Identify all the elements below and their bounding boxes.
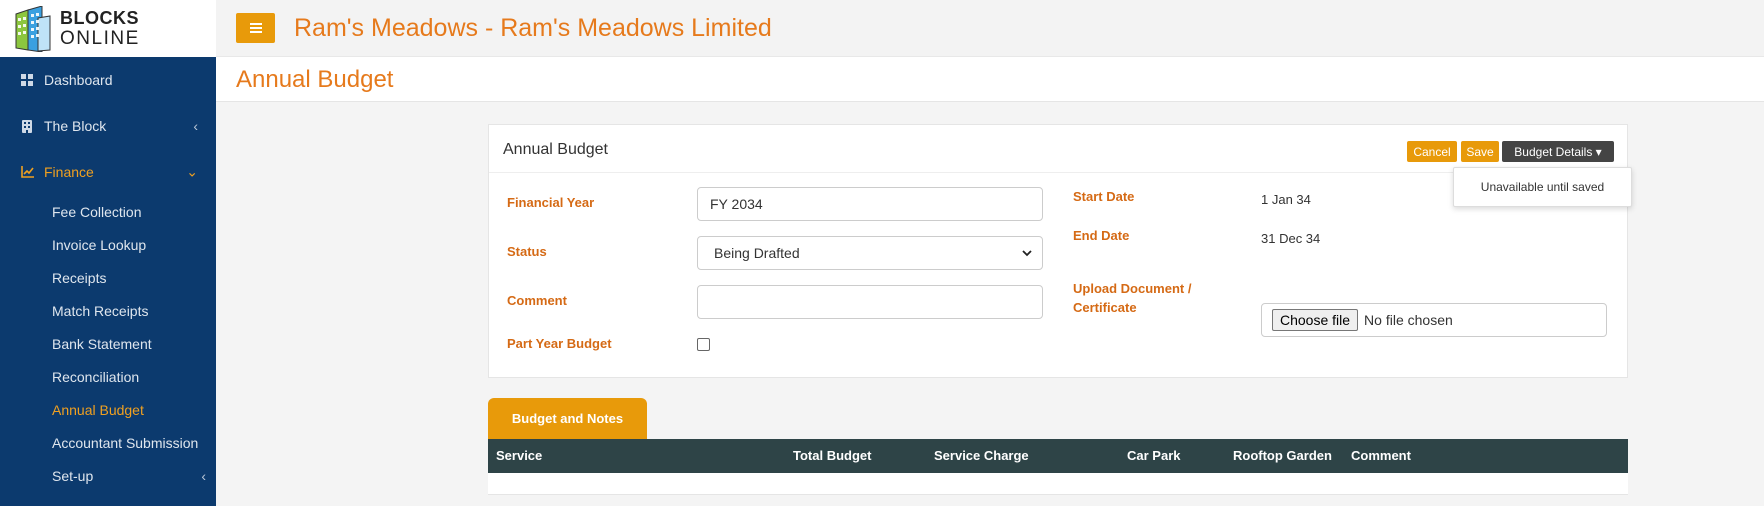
financial-year-value: FY 2034 [710, 196, 763, 212]
part-year-budget-label: Part Year Budget [507, 336, 612, 351]
start-date-label: Start Date [1073, 189, 1135, 204]
sidebar-item-label: The Block [44, 118, 107, 134]
file-upload-input[interactable]: Choose file No file chosen [1261, 303, 1607, 337]
choose-file-button[interactable]: Choose file [1272, 309, 1359, 331]
financial-year-label: Financial Year [507, 195, 595, 210]
chevron-left-icon: ‹ [193, 118, 198, 134]
card-title: Annual Budget [503, 141, 608, 158]
status-select[interactable]: Being Drafted [697, 236, 1043, 270]
financial-year-input[interactable]: FY 2034 [697, 187, 1043, 221]
sidebar-subitem-fee-collection[interactable]: Fee Collection [0, 195, 216, 228]
column-header-service-charge[interactable]: Service Charge [934, 448, 1029, 463]
part-year-budget-checkbox[interactable] [697, 338, 710, 351]
sidebar-subitem-bank-statement[interactable]: Bank Statement [0, 327, 216, 360]
top-bar: Ram's Meadows - Ram's Meadows Limited [216, 0, 1764, 57]
end-date-value: 31 Dec 34 [1261, 231, 1321, 246]
budget-details-dropdown-button[interactable]: Budget Details ▾ [1502, 141, 1614, 162]
tab-budget-and-notes[interactable]: Budget and Notes [488, 398, 647, 439]
sidebar-item-finance[interactable]: Finance ⌄ [0, 149, 216, 195]
sidebar-subitem-match-receipts[interactable]: Match Receipts [0, 294, 216, 327]
logo-line-1: BLOCKS [60, 8, 139, 28]
upload-label-line-2: Certificate [1073, 300, 1137, 315]
end-date-label: End Date [1073, 228, 1130, 243]
column-header-car-park[interactable]: Car Park [1127, 448, 1180, 463]
annual-budget-card: Annual Budget Cancel Save Budget Details… [488, 124, 1632, 378]
sidebar-subitem-receipts[interactable]: Receipts [0, 261, 216, 294]
sidebar: BLOCKS ONLINE Dashboard The Block ‹ Fina… [0, 0, 216, 506]
chart-line-icon [20, 165, 34, 179]
start-date-value: 1 Jan 34 [1261, 192, 1311, 207]
building-logo-icon [12, 4, 54, 53]
sidebar-item-dashboard[interactable]: Dashboard [0, 57, 216, 103]
sidebar-subitem-reconciliation[interactable]: Reconciliation [0, 360, 216, 393]
column-header-service[interactable]: Service [496, 448, 542, 463]
status-label: Status [507, 244, 547, 259]
dashboard-grid-icon [20, 73, 34, 87]
column-header-total-budget[interactable]: Total Budget [793, 448, 871, 463]
chevron-down-icon: ⌄ [186, 163, 198, 180]
hamburger-icon [249, 23, 262, 33]
sidebar-item-label: Finance [44, 164, 94, 180]
budget-table-body [488, 473, 1628, 495]
building-icon [20, 119, 34, 133]
page-header: Annual Budget [216, 57, 1764, 102]
comment-label: Comment [507, 293, 567, 308]
page-title: Annual Budget [236, 66, 394, 93]
budget-table-header: Service Total Budget Service Charge Car … [488, 439, 1628, 473]
sidebar-item-label: Set-up [52, 467, 94, 484]
app-title: Ram's Meadows - Ram's Meadows Limited [294, 13, 772, 42]
budget-details-menu-item[interactable]: Unavailable until saved [1453, 167, 1632, 207]
upload-document-label: Upload Document / Certificate [1073, 279, 1191, 317]
chevron-down-icon [1022, 246, 1032, 260]
sidebar-subitem-accountant-submission[interactable]: Accountant Submission [0, 426, 216, 459]
comment-input[interactable] [697, 285, 1043, 319]
column-header-rooftop-garden[interactable]: Rooftop Garden [1233, 448, 1332, 463]
sidebar-subitem-set-up[interactable]: Set-up ‹ [0, 459, 216, 492]
save-button[interactable]: Save [1461, 141, 1499, 162]
column-header-comment[interactable]: Comment [1351, 448, 1411, 463]
sidebar-subitem-invoice-lookup[interactable]: Invoice Lookup [0, 228, 216, 261]
sidebar-item-the-block[interactable]: The Block ‹ [0, 103, 216, 149]
upload-label-line-1: Upload Document / [1073, 281, 1192, 296]
chevron-left-icon: ‹ [201, 467, 206, 484]
status-value: Being Drafted [714, 245, 800, 261]
logo-line-2: ONLINE [60, 28, 140, 49]
logo[interactable]: BLOCKS ONLINE [0, 0, 216, 57]
menu-toggle-button[interactable] [236, 13, 275, 43]
sidebar-subitem-annual-budget[interactable]: Annual Budget [0, 393, 216, 426]
cancel-button[interactable]: Cancel [1407, 141, 1457, 162]
sidebar-item-label: Dashboard [44, 72, 113, 88]
file-status: No file chosen [1364, 312, 1453, 328]
